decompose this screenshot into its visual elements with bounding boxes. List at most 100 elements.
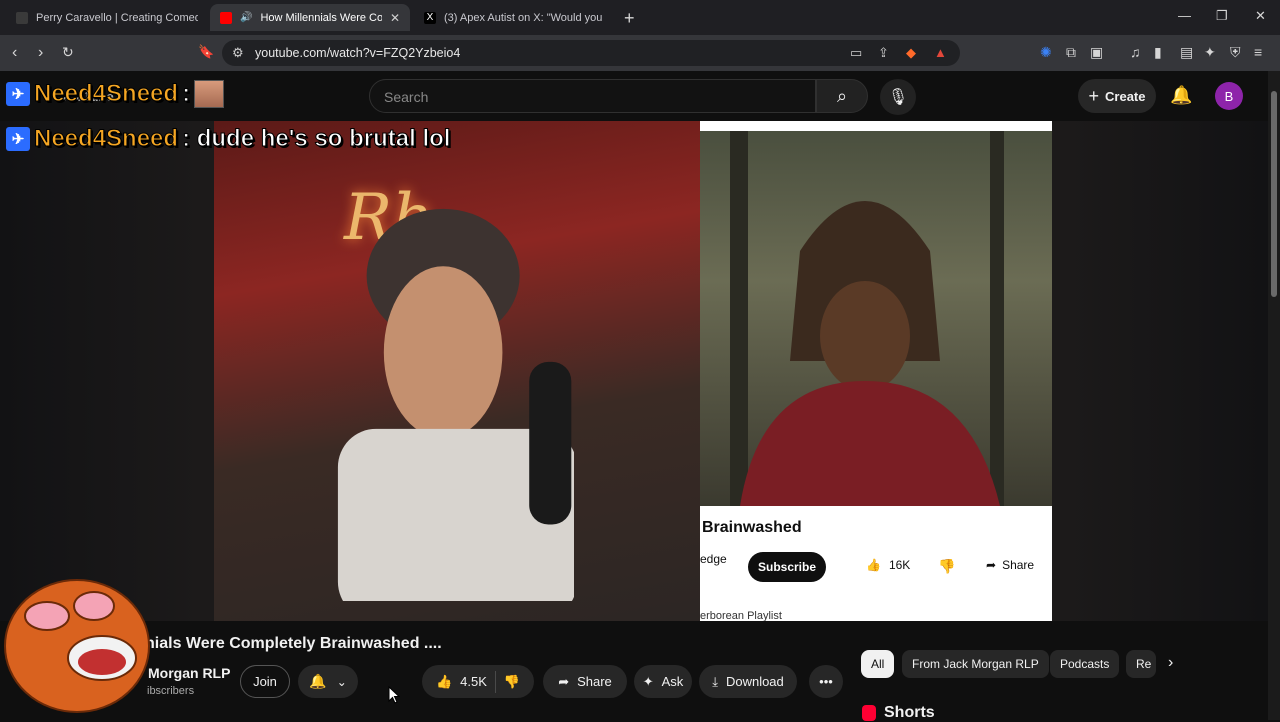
bookmark-icon[interactable]: 🔖 — [198, 44, 214, 60]
browser-tab-perry[interactable]: Perry Caravello | Creating Comedy, V — [6, 4, 208, 31]
chevron-right-icon[interactable]: › — [1168, 654, 1173, 672]
chat-username: Need4Sneed — [33, 80, 179, 108]
thumbs-up-icon: 👍 — [435, 673, 453, 689]
potato-emote — [4, 579, 150, 713]
vpn-icon[interactable]: ✺ — [1040, 44, 1052, 61]
embedded-subscribe-button: Subscribe — [748, 552, 826, 582]
search-button[interactable]: ⌕ — [816, 79, 868, 113]
chat-emote-icon — [194, 80, 225, 108]
extensions-icon[interactable]: ⧉ — [1066, 44, 1076, 61]
host-figure — [337, 208, 574, 601]
chevron-down-icon: ⌄ — [336, 674, 347, 689]
notifications-icon[interactable]: 🔔 — [1170, 85, 1192, 106]
close-window-icon[interactable]: ✕ — [1255, 8, 1266, 24]
shorts-label: Shorts — [884, 704, 935, 721]
wallet-icon[interactable]: ▤ — [1180, 44, 1193, 61]
embedded-like-button: 👍 16K — [866, 558, 910, 572]
search-icon: ⌕ — [836, 85, 848, 106]
new-tab-icon[interactable]: + — [624, 8, 635, 29]
thumbs-down-icon: 👎 — [503, 673, 521, 689]
chip-all[interactable]: All — [861, 650, 895, 678]
voice-search-button[interactable]: 🎙 — [880, 79, 916, 115]
embedded-channel-name: edge — [700, 552, 727, 566]
microphone-icon: 🎙 — [887, 89, 909, 106]
bell-icon: 🔔 — [309, 673, 327, 689]
embedded-share-label: Share — [1002, 558, 1035, 572]
mouse-cursor-icon — [388, 686, 400, 704]
shorts-icon — [862, 705, 876, 721]
channel-name[interactable]: Morgan RLP — [148, 665, 230, 681]
chat-message: ✈ Need4Sneed : dude he's so brutal lol — [6, 125, 451, 153]
dislike-button[interactable]: 👎 — [504, 674, 520, 690]
subscription-bell-button[interactable]: 🔔 ⌄ — [298, 665, 358, 698]
forward-icon[interactable]: › — [38, 44, 43, 62]
youtube-favicon-icon — [220, 11, 232, 24]
chat-username: Need4Sneed — [33, 125, 179, 153]
media-icon[interactable]: ♫ — [1130, 44, 1141, 60]
create-button[interactable]: + Create — [1078, 79, 1156, 113]
browser-tab-x[interactable]: X (3) Apex Autist on X: "Would you felt — [414, 4, 614, 31]
search-input[interactable]: Search — [369, 79, 816, 113]
menu-icon[interactable]: ≡ — [1254, 44, 1262, 60]
brave-shields-icon[interactable]: ◆ — [906, 45, 916, 61]
audio-playing-icon[interactable]: 🔊 — [240, 12, 252, 23]
chip-related[interactable]: Re — [1126, 650, 1156, 678]
channel-subscriber-count: ibscribers — [147, 685, 195, 697]
thumbs-up-icon: 👍 — [866, 558, 881, 572]
tab-title: How Millennials Were Comple — [260, 11, 382, 24]
leo-ai-icon[interactable]: ✦ — [1204, 44, 1216, 61]
like-count: 4.5K — [460, 674, 487, 689]
ask-label: Ask — [661, 674, 684, 689]
plus-icon: + — [1088, 85, 1100, 106]
chat-message: ✈ Need4Sneed : — [6, 80, 225, 108]
download-icon: ⤓ — [712, 673, 718, 689]
video-frame-host: Rh — [214, 121, 700, 621]
divider — [494, 670, 496, 693]
embedded-video-title: Brainwashed — [702, 519, 802, 536]
chat-text: : — [182, 80, 191, 108]
video-title: nials Were Completely Brainwashed .... — [145, 635, 442, 652]
like-dislike-group: 👍 4.5K 👎 — [422, 665, 534, 698]
search-placeholder: Search — [384, 89, 429, 105]
share-label: Share — [577, 674, 612, 689]
bearded-man-figure — [730, 131, 1004, 506]
page-scrollbar[interactable] — [1268, 71, 1280, 720]
vpn-shield-icon[interactable]: ⛨ — [1230, 44, 1241, 61]
restore-icon[interactable]: ❐ — [1216, 8, 1228, 24]
forest-video-frame — [700, 131, 1052, 506]
chip-podcasts[interactable]: Podcasts — [1050, 650, 1120, 678]
embedded-playlist-text: erborean Playlist — [700, 610, 782, 621]
like-button[interactable]: 👍 4.5K — [436, 674, 487, 690]
screenshot-icon[interactable]: ▣ — [1090, 44, 1103, 61]
close-tab-icon[interactable]: ✕ — [390, 11, 400, 25]
cast-icon[interactable]: ▭ — [850, 45, 862, 61]
url-text: youtube.com/watch?v=FZQ2Yzbeio4 — [255, 46, 461, 60]
download-label: Download — [725, 674, 784, 689]
chat-badge-icon: ✈ — [6, 82, 30, 106]
back-icon[interactable]: ‹ — [12, 44, 17, 62]
tab-title: (3) Apex Autist on X: "Would you felt — [444, 11, 604, 24]
shorts-header: Shorts — [862, 704, 935, 722]
browser-tab-youtube[interactable]: 🔊 How Millennials Were Comple ✕ — [210, 4, 410, 31]
embedded-like-count: 16K — [888, 558, 911, 572]
chip-from-channel[interactable]: From Jack Morgan RLP — [902, 650, 1049, 678]
brave-rewards-icon[interactable]: ▲ — [934, 45, 947, 60]
ask-button[interactable]: ✦ Ask — [634, 665, 692, 698]
sparkle-icon: ✦ — [642, 673, 654, 689]
minimize-icon[interactable]: — — [1178, 8, 1191, 23]
download-button[interactable]: ⤓ Download — [699, 665, 797, 698]
reload-icon[interactable]: ↻ — [62, 44, 74, 61]
share-button[interactable]: ➦ Share — [543, 665, 627, 698]
browser-toolbar: ‹ › ↻ 🔖 ⚙ youtube.com/watch?v=FZQ2Yzbeio… — [0, 35, 1280, 71]
site-info-icon[interactable]: ⚙ — [232, 45, 244, 61]
tab-title: Perry Caravello | Creating Comedy, V — [36, 11, 198, 24]
scrollbar-thumb[interactable] — [1271, 91, 1277, 297]
join-button[interactable]: Join — [240, 665, 290, 698]
x-favicon-icon: X — [424, 11, 436, 24]
avatar[interactable]: B — [1215, 82, 1243, 110]
more-actions-button[interactable]: ••• — [809, 665, 843, 698]
share-page-icon[interactable]: ⇪ — [878, 45, 889, 61]
address-bar[interactable]: ⚙ youtube.com/watch?v=FZQ2Yzbeio4 ▭ ⇪ ◆ … — [222, 40, 960, 66]
more-horizontal-icon: ••• — [819, 674, 833, 689]
sidebar-icon[interactable]: ▮ — [1154, 44, 1162, 61]
